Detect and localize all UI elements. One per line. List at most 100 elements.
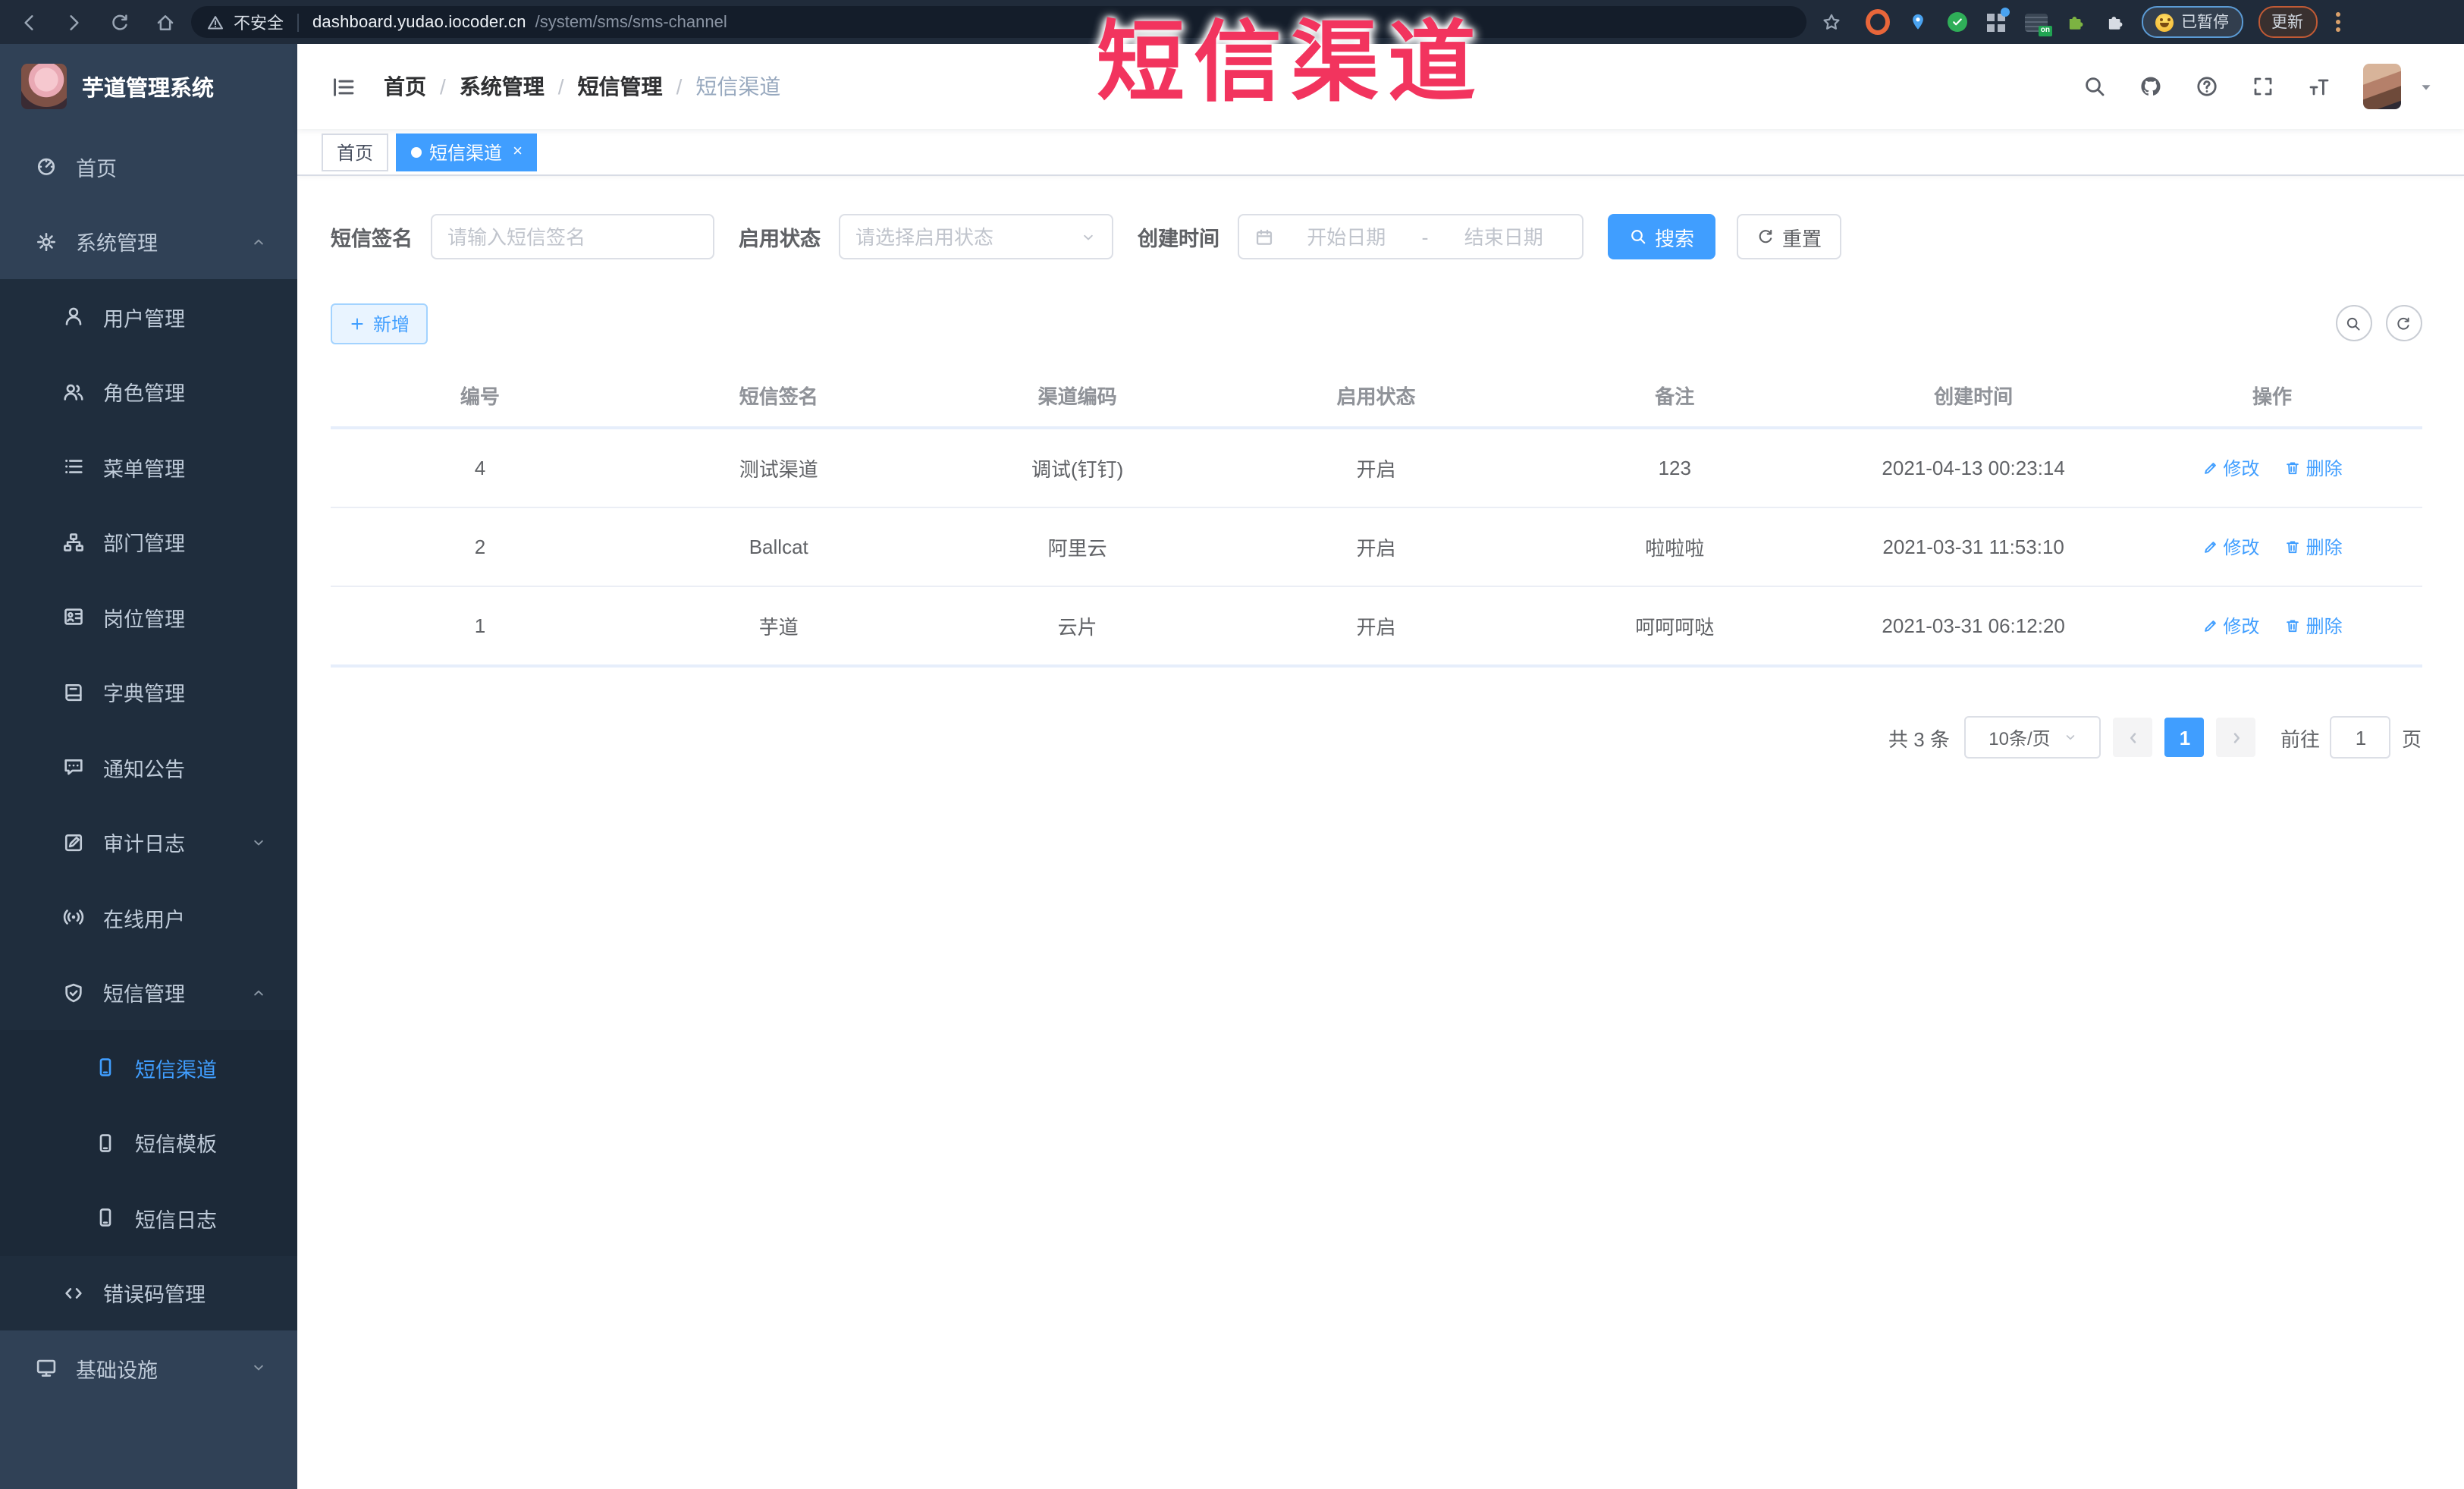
edit-link[interactable]: 修改 <box>2202 455 2259 481</box>
browser-forward-button[interactable] <box>58 5 91 39</box>
reset-button[interactable]: 重置 <box>1737 214 1842 259</box>
page-size-select[interactable]: 10条/页 <box>1964 716 2101 759</box>
cell-code: 调试(钉钉) <box>928 428 1227 508</box>
search-icon <box>1629 228 1647 246</box>
profile-paused-badge[interactable]: 已暂停 <box>2142 6 2243 38</box>
caret-down-icon[interactable] <box>2417 78 2434 95</box>
sidebar-item-depts[interactable]: 部门管理 <box>0 504 297 580</box>
extension-on-badge-icon[interactable]: on <box>2023 10 2051 36</box>
active-dot-icon <box>411 146 422 157</box>
github-icon[interactable] <box>2138 74 2162 99</box>
delete-icon <box>2285 460 2302 476</box>
status-select[interactable] <box>839 214 1113 259</box>
sidebar-item-errorcode[interactable]: 错误码管理 <box>0 1255 297 1330</box>
extension-green-puzzle-icon[interactable] <box>2063 10 2087 34</box>
browser-menu-icon[interactable] <box>2335 12 2340 32</box>
sidebar-toggle-icon[interactable] <box>319 61 369 112</box>
tab-sms-channel[interactable]: 短信渠道 × <box>396 133 538 171</box>
tab-home[interactable]: 首页 <box>322 133 389 171</box>
chevron-up-icon <box>250 985 267 1001</box>
security-warning-icon <box>206 13 224 31</box>
sidebar-item-sms-log[interactable]: 短信日志 <box>0 1180 297 1255</box>
prev-page-button[interactable] <box>2113 718 2153 757</box>
url-host: dashboard.yudao.iocoder.cn <box>312 13 526 31</box>
cell-actions: 修改 删除 <box>2123 428 2422 508</box>
logo-avatar <box>21 64 67 109</box>
sidebar-item-home[interactable]: 首页 <box>0 129 297 204</box>
users-icon <box>62 381 85 404</box>
toggle-search-button[interactable] <box>2335 305 2371 341</box>
delete-link[interactable]: 删除 <box>2285 613 2343 639</box>
sidebar-item-menus[interactable]: 菜单管理 <box>0 429 297 504</box>
user-avatar[interactable] <box>2362 64 2400 109</box>
extension-check-icon[interactable] <box>1945 10 1969 34</box>
page-number-1[interactable]: 1 <box>2164 718 2205 757</box>
edit-link[interactable]: 修改 <box>2202 613 2259 639</box>
date-range-picker[interactable]: - <box>1238 214 1584 259</box>
breadcrumb-home[interactable]: 首页 <box>384 71 426 102</box>
sign-input[interactable] <box>447 225 698 248</box>
status-select-input[interactable] <box>855 225 1080 248</box>
sidebar-logo[interactable]: 芋道管理系统 <box>0 44 297 129</box>
org-tree-icon <box>62 531 85 554</box>
sidebar-item-label: 短信管理 <box>103 983 185 1007</box>
delete-link[interactable]: 删除 <box>2285 534 2343 560</box>
tab-close-icon[interactable]: × <box>513 143 523 160</box>
pagination: 共 3 条 10条/页 1 前往 页 <box>331 716 2422 759</box>
next-page-button[interactable] <box>2216 718 2256 757</box>
sidebar-item-sms-template[interactable]: 短信模板 <box>0 1105 297 1180</box>
header-search-icon[interactable] <box>2082 74 2106 99</box>
help-icon[interactable] <box>2194 74 2218 99</box>
browser-update-button[interactable]: 更新 <box>2258 6 2317 38</box>
refresh-table-button[interactable] <box>2385 305 2422 341</box>
extensions-puzzle-icon[interactable] <box>2102 10 2127 34</box>
security-label[interactable]: 不安全 <box>234 10 284 34</box>
tab-label: 短信渠道 <box>429 142 503 163</box>
browser-reload-button[interactable] <box>103 5 137 39</box>
cell-created: 2021-04-13 00:23:14 <box>1824 428 2123 508</box>
chevron-down-icon <box>250 1360 267 1377</box>
sms-channel-table: 编号 短信签名 渠道编码 启用状态 备注 创建时间 操作 4 测试渠道 调试(钉… <box>331 363 2422 668</box>
sidebar-item-posts[interactable]: 岗位管理 <box>0 580 297 655</box>
fullscreen-icon[interactable] <box>2250 74 2274 99</box>
edit-link[interactable]: 修改 <box>2202 534 2259 560</box>
sidebar-filler <box>0 1406 297 1489</box>
browser-back-button[interactable] <box>12 5 46 39</box>
sidebar-item-sms-channel[interactable]: 短信渠道 <box>0 1030 297 1105</box>
end-date-input[interactable] <box>1440 225 1567 248</box>
col-status: 启用状态 <box>1226 363 1526 429</box>
start-date-input[interactable] <box>1283 225 1410 248</box>
chevron-down-icon <box>2063 730 2078 745</box>
chevron-up-icon <box>250 234 267 250</box>
sidebar-item-notice[interactable]: 通知公告 <box>0 730 297 805</box>
sidebar-item-online-users[interactable]: 在线用户 <box>0 880 297 955</box>
add-button[interactable]: 新增 <box>331 303 428 344</box>
sidebar-item-system[interactable]: 系统管理 <box>0 204 297 279</box>
extension-orange-icon[interactable] <box>1866 9 1890 35</box>
bookmark-star-icon[interactable] <box>1822 12 1841 32</box>
goto-page-input[interactable] <box>2330 716 2391 759</box>
col-created: 创建时间 <box>1824 363 2123 429</box>
extension-pin-icon[interactable] <box>1905 10 1929 34</box>
sidebar-item-auditlog[interactable]: 审计日志 <box>0 805 297 880</box>
browser-home-button[interactable] <box>149 5 182 39</box>
font-size-icon[interactable] <box>2306 74 2331 99</box>
sidebar-item-users[interactable]: 用户管理 <box>0 279 297 354</box>
delete-link[interactable]: 删除 <box>2285 455 2343 481</box>
page-size-value: 10条/页 <box>1988 727 2051 749</box>
sidebar-item-roles[interactable]: 角色管理 <box>0 354 297 429</box>
search-button[interactable]: 搜索 <box>1608 214 1716 259</box>
edit-icon <box>2202 460 2218 476</box>
cell-code: 云片 <box>928 586 1227 668</box>
plus-icon <box>349 315 366 331</box>
chevron-down-icon <box>250 834 267 851</box>
breadcrumb-sms[interactable]: 短信管理 <box>578 71 663 102</box>
sidebar-item-dict[interactable]: 字典管理 <box>0 655 297 730</box>
extension-grid-icon[interactable] <box>1984 7 2010 34</box>
browser-address-bar[interactable]: 不安全 dashboard.yudao.iocoder.cn/system/sm… <box>191 6 1806 38</box>
sidebar-item-sms[interactable]: 短信管理 <box>0 955 297 1030</box>
breadcrumb-system[interactable]: 系统管理 <box>460 71 545 102</box>
sidebar-item-label: 错误码管理 <box>103 1283 206 1307</box>
sidebar-item-infrastructure[interactable]: 基础设施 <box>0 1330 297 1406</box>
col-id: 编号 <box>331 363 629 429</box>
